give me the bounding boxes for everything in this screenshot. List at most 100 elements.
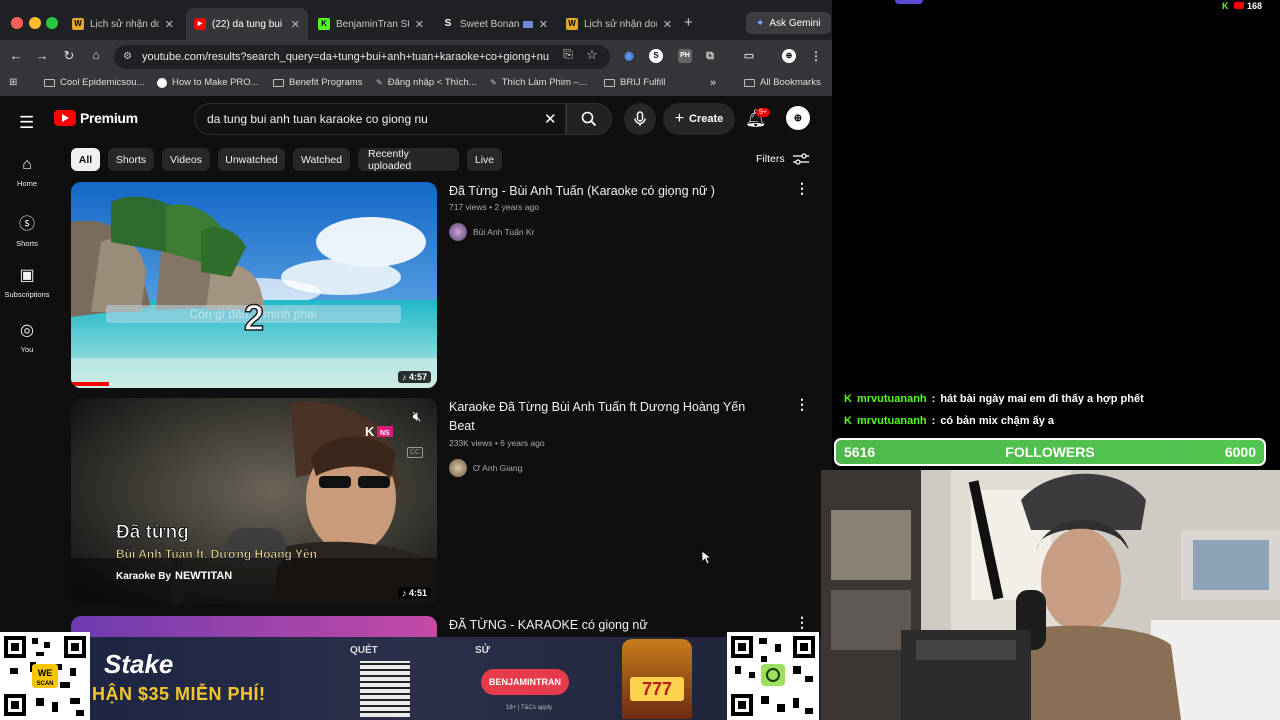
video-title[interactable]: Đã Từng - Bùi Anh Tuấn (Karaoke có giọng… — [449, 182, 769, 201]
scan-label: SCAN — [36, 681, 53, 687]
muted-icon[interactable]: 🔇︎ — [405, 408, 429, 430]
duration-text: 4:51 — [408, 588, 427, 598]
new-tab-button[interactable]: + — [684, 14, 693, 31]
chip-shorts[interactable]: Shorts — [108, 148, 154, 171]
sidebar-item-you[interactable]: ◎ You — [0, 320, 54, 354]
sidebar-item-home[interactable]: ⌂ Home — [0, 156, 54, 188]
upload-age: 2 years ago — [494, 202, 539, 212]
thumb-brand: NEWTITAN — [175, 570, 232, 582]
more-bookmarks-icon[interactable]: » — [710, 77, 716, 89]
sidebar-item-subscriptions[interactable]: ▣ Subscriptions — [0, 265, 54, 299]
video-thumbnail[interactable]: Đã từng Bùi Anh Tuấn ft. Dương Hoàng Yến… — [71, 398, 437, 604]
qr-code-right — [727, 632, 819, 720]
filters-button[interactable]: Filters — [756, 153, 809, 165]
chat-text: hát bài ngày mai em đi thấy a hợp phết — [940, 393, 1144, 405]
home-icon[interactable]: ⌂ — [88, 48, 104, 62]
minimize-window-button[interactable] — [29, 17, 41, 29]
extensions-puzzle-icon[interactable]: ⧉ — [703, 49, 717, 63]
tab-youtube[interactable]: ▶ (22) da tung bui ✕ — [186, 8, 308, 40]
tab-favicon-icon: W — [72, 18, 84, 30]
profile-avatar-icon[interactable]: ⊕ — [782, 49, 796, 63]
channel-link[interactable]: Ơ Anh Giang — [449, 459, 522, 477]
chip-videos[interactable]: Videos — [162, 148, 210, 171]
voice-search-button[interactable] — [624, 103, 656, 135]
bookmark-thich-lam-phim[interactable]: ✎ Thích Làm Phim –... — [490, 77, 587, 88]
tab-lich-su-1[interactable]: W Lịch sử nhận don ✕ — [64, 8, 182, 40]
search-icon — [581, 111, 597, 127]
bookmark-brij[interactable]: BRIJ Fulfill — [604, 77, 665, 88]
account-avatar[interactable]: ⊕ — [786, 106, 810, 130]
slot-reels: 777 — [630, 677, 684, 701]
back-icon[interactable]: ← — [8, 48, 24, 63]
thumb-artists: Bùi Anh Tuấn ft. Dương Hoàng Yến — [116, 547, 317, 561]
clear-search-icon[interactable]: ✕ — [544, 110, 557, 128]
chip-unwatched[interactable]: Unwatched — [218, 148, 285, 171]
more-options-icon[interactable]: ⋮ — [795, 614, 809, 631]
tab-lich-su-2[interactable]: W Lịch sử nhận don ✕ — [558, 8, 680, 40]
chip-live[interactable]: Live — [467, 148, 502, 171]
qr-code-left: WE SCAN — [0, 632, 90, 720]
close-icon[interactable]: ✕ — [415, 18, 424, 31]
bookmark-how-to-make[interactable]: How to Make PRO... — [157, 77, 259, 88]
address-bar[interactable]: ⚙ youtube.com/results?search_query=da+tu… — [114, 45, 610, 69]
maximize-window-button[interactable] — [46, 17, 58, 29]
close-icon[interactable]: ✕ — [291, 18, 300, 31]
video-thumbnail[interactable]: Còn gì đâu… mình phai 2 ♪ 4:57 — [71, 182, 437, 388]
search-input[interactable]: da tung bui anh tuan karaoke co giong nu — [194, 103, 566, 135]
site-icon — [157, 77, 167, 88]
banner-qr-code — [360, 661, 410, 717]
bookmark-cool-epidemic[interactable]: Cool Epidemicsou... — [44, 77, 144, 88]
forward-icon[interactable]: → — [34, 48, 50, 63]
chip-recently-uploaded[interactable]: Recently uploaded — [358, 148, 459, 172]
tab-sweet-bonanza[interactable]: S Sweet Bonan ✕ — [434, 8, 556, 40]
more-options-icon[interactable]: ⋮ — [795, 396, 809, 413]
gemini-label: Ask Gemini — [769, 17, 821, 29]
reload-icon[interactable]: ↻ — [61, 48, 77, 64]
close-window-button[interactable] — [11, 17, 23, 29]
browser-menu-icon[interactable]: ⋮ — [809, 49, 823, 63]
more-options-icon[interactable]: ⋮ — [795, 180, 809, 197]
close-icon[interactable]: ✕ — [663, 18, 672, 31]
url-text: youtube.com/results?search_query=da+tung… — [142, 51, 550, 63]
site-info-icon[interactable]: ⚙ — [123, 51, 132, 62]
filters-label: Filters — [756, 153, 785, 165]
create-button[interactable]: + Create — [663, 103, 735, 135]
close-icon[interactable]: ✕ — [539, 18, 548, 31]
ask-gemini-button[interactable]: ✦ Ask Gemini — [746, 12, 831, 34]
sidebar-label: You — [20, 345, 34, 354]
hamburger-menu-icon[interactable]: ☰ — [19, 113, 34, 133]
mouse-cursor-icon — [702, 551, 712, 565]
user-icon: ◎ — [20, 322, 34, 339]
video-title[interactable]: ĐÃ TỪNG - KARAOKE có giọng nữ — [449, 616, 769, 635]
subscriptions-icon: ▣ — [19, 267, 35, 284]
audio-extension-icon[interactable]: ◉ — [622, 49, 636, 63]
bookmark-label: BRIJ Fulfill — [620, 77, 666, 88]
video-thumbnail[interactable] — [71, 616, 437, 637]
all-bookmarks[interactable]: All Bookmarks — [744, 77, 821, 88]
apps-grid-icon[interactable]: ⊞ — [9, 77, 17, 88]
bookmarks-bar: ⊞ Cool Epidemicsou... How to Make PRO...… — [0, 72, 832, 96]
tab-label: (22) da tung bui — [212, 18, 283, 30]
tab-label: BenjaminTran St — [336, 18, 409, 30]
close-icon[interactable]: ✕ — [165, 18, 174, 31]
tab-kick[interactable]: K BenjaminTran St ✕ — [310, 8, 432, 40]
youtube-logo[interactable]: Premium — [54, 110, 138, 126]
sidebar-item-shorts[interactable]: ⓢ Shorts — [0, 210, 54, 248]
captions-icon[interactable]: CC — [407, 447, 423, 458]
stake-extension-icon[interactable]: S — [649, 49, 663, 63]
gemini-sparkle-icon: ✦ — [756, 17, 765, 29]
chip-all[interactable]: All — [71, 148, 100, 171]
channel-link[interactable]: Bùi Anh Tuấn Kr — [449, 223, 534, 241]
cast-icon[interactable]: ▭ — [742, 49, 756, 63]
video-title[interactable]: Karaoke Đã Từng Bùi Anh Tuấn ft Dương Ho… — [449, 398, 769, 436]
chip-watched[interactable]: Watched — [293, 148, 350, 171]
video-meta: 233K views • 6 years ago — [449, 438, 545, 448]
ph-extension-icon[interactable]: PH — [678, 49, 692, 63]
search-button[interactable] — [566, 103, 612, 135]
bookmark-benefit[interactable]: Benefit Programs — [273, 77, 362, 88]
bookmark-star-icon[interactable]: ☆ — [584, 47, 600, 63]
install-app-icon[interactable]: ⎘ — [560, 47, 576, 62]
search-value: da tung bui anh tuan karaoke co giong nu — [207, 112, 428, 126]
browser-window: W Lịch sử nhận don ✕ ▶ (22) da tung bui … — [0, 0, 832, 637]
bookmark-dang-nhap[interactable]: ✎ Đăng nhập < Thích... — [376, 77, 477, 88]
